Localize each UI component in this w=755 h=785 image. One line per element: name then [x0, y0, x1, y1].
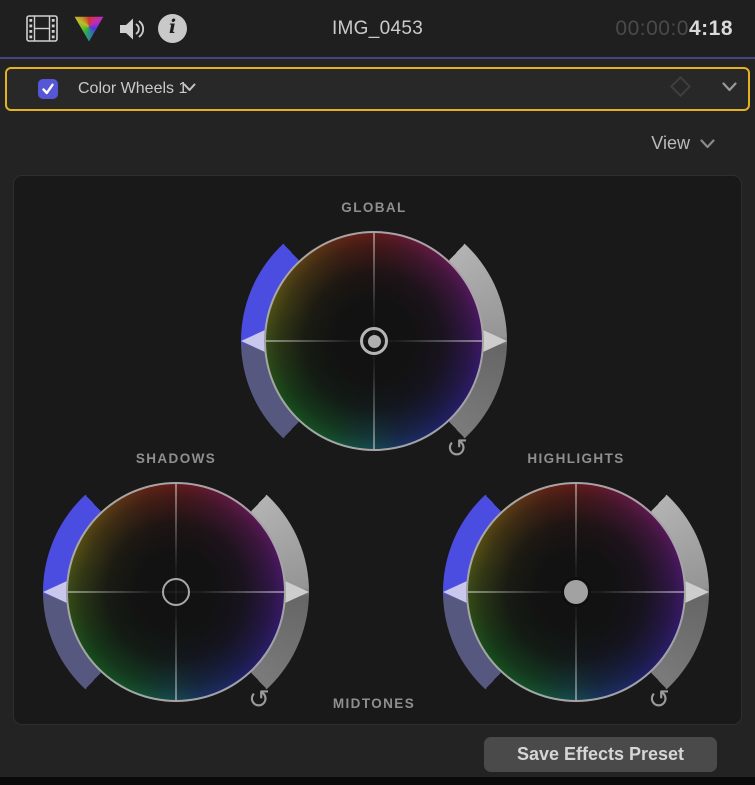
color-puck-global[interactable]	[360, 327, 388, 355]
checkmark-icon	[42, 83, 54, 95]
timecode-display: 00:00:0 4:18	[615, 0, 733, 57]
saturation-pointer[interactable]	[43, 581, 67, 603]
effect-row-color-wheels[interactable]: Color Wheels 1	[5, 67, 750, 111]
view-menu[interactable]: View	[651, 133, 715, 154]
brightness-pointer[interactable]	[483, 330, 507, 352]
wheel-global: GLOBAL ↺	[241, 200, 507, 474]
wheel-highlights: HIGHLIGHTS ↺	[443, 451, 709, 724]
color-wheels-panel: GLOBAL ↺ SHADOWS ↺ HIGHLIGHTS	[13, 175, 742, 725]
inspector-top-bar: i IMG_0453 00:00:0 4:18	[0, 0, 755, 57]
wheel-shadows: SHADOWS ↺	[43, 451, 309, 724]
chevron-down-icon[interactable]	[722, 82, 737, 92]
color-puck-highlights[interactable]	[564, 580, 588, 604]
top-bar-separator	[0, 57, 755, 59]
bottom-edge-bar	[0, 777, 755, 785]
chevron-down-icon[interactable]	[183, 83, 196, 92]
keyframe-diamond-icon[interactable]	[669, 75, 692, 98]
effect-name-label[interactable]: Color Wheels 1	[78, 69, 187, 109]
inspector-window: i IMG_0453 00:00:0 4:18 Color Wheels 1 Vi…	[0, 0, 755, 785]
brightness-pointer[interactable]	[285, 581, 309, 603]
saturation-pointer[interactable]	[443, 581, 467, 603]
effect-enable-checkbox[interactable]	[38, 79, 58, 99]
color-puck-shadows[interactable]	[162, 578, 190, 606]
brightness-pointer[interactable]	[685, 581, 709, 603]
reset-button-highlights[interactable]: ↺	[644, 685, 674, 715]
wheel-midtones: MIDTONES	[241, 696, 507, 724]
timecode-dim: 00:00:0	[615, 16, 689, 40]
saturation-pointer[interactable]	[241, 330, 265, 352]
view-menu-label[interactable]: View	[651, 133, 690, 154]
timecode-bright: 4:18	[688, 16, 733, 40]
chevron-down-icon[interactable]	[700, 138, 715, 149]
save-effects-preset-button[interactable]: Save Effects Preset	[484, 737, 717, 772]
